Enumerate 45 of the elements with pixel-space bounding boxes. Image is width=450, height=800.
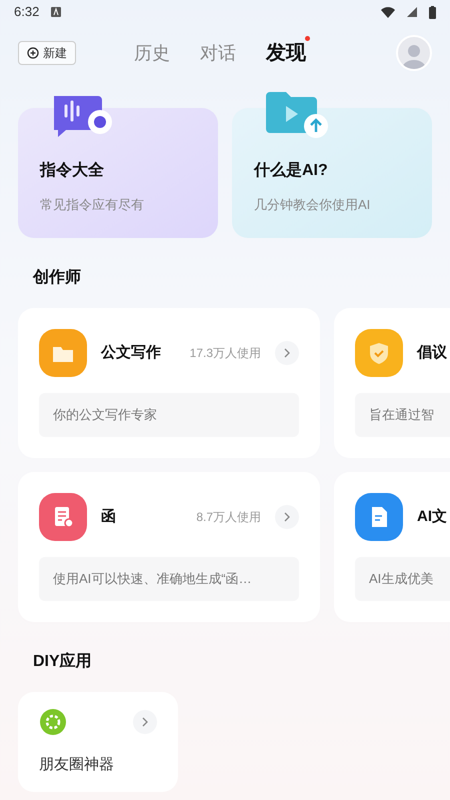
battery-icon bbox=[429, 6, 436, 18]
chevron-button[interactable] bbox=[133, 710, 157, 734]
nav-tab[interactable]: 发现 bbox=[266, 38, 306, 68]
diy-app-card[interactable]: 朋友圈神器 bbox=[18, 692, 178, 792]
new-button[interactable]: 新建 bbox=[18, 41, 76, 65]
chevron-icon bbox=[283, 348, 291, 358]
creator-name: AI文 bbox=[417, 506, 447, 527]
user-icon bbox=[402, 43, 426, 69]
feature-card[interactable]: 指令大全 常见指令应有尽有 bbox=[18, 108, 218, 238]
usage-count: 17.3万人使用 bbox=[190, 345, 261, 362]
chevron-icon bbox=[283, 512, 291, 522]
letter-icon bbox=[39, 493, 87, 541]
creator-card[interactable]: 函 8.7万人使用 使用AI可以快速、准确地生成“函… bbox=[18, 472, 320, 622]
avatar[interactable] bbox=[396, 35, 432, 71]
description-box: 你的公文写作专家 bbox=[39, 393, 299, 437]
creator-card[interactable]: 倡议 旨在通过智 bbox=[334, 308, 450, 458]
feature-subtitle: 常见指令应有尽有 bbox=[40, 196, 145, 214]
app-name: 朋友圈神器 bbox=[39, 754, 115, 774]
wifi-icon bbox=[381, 6, 395, 18]
feature-title: 指令大全 bbox=[40, 160, 105, 180]
signal-icon bbox=[407, 7, 417, 17]
description-box: AI生成优美 bbox=[355, 557, 450, 601]
description-box: 使用AI可以快速、准确地生成“函… bbox=[39, 557, 299, 601]
feature-subtitle: 几分钟教会你使用AI bbox=[254, 196, 372, 214]
chevron-button[interactable] bbox=[275, 505, 299, 529]
usage-count: 8.7万人使用 bbox=[196, 509, 261, 526]
creator-name: 公文写作 bbox=[101, 342, 161, 363]
creator-card[interactable]: AI文 AI生成优美 bbox=[334, 472, 450, 622]
feature-title: 什么是AI? bbox=[254, 160, 329, 180]
creator-card[interactable]: 公文写作 17.3万人使用 你的公文写作专家 bbox=[18, 308, 320, 458]
creator-name: 倡议 bbox=[417, 342, 447, 363]
section-title: 创作师 bbox=[32, 268, 82, 288]
shield-icon bbox=[355, 329, 403, 377]
folder-icon bbox=[39, 329, 87, 377]
chevron-button[interactable] bbox=[275, 341, 299, 365]
plus-circle-icon bbox=[27, 47, 39, 59]
feature-card[interactable]: 什么是AI? 几分钟教会你使用AI bbox=[232, 108, 432, 238]
description-box: 旨在通过智 bbox=[355, 393, 450, 437]
creator-name: 函 bbox=[101, 506, 116, 527]
chevron-icon bbox=[141, 717, 149, 727]
shutter-icon bbox=[39, 708, 67, 736]
status-time: 6:32 bbox=[14, 3, 40, 22]
section-title: DIY应用 bbox=[32, 651, 93, 672]
doc-icon bbox=[355, 493, 403, 541]
notification-icon bbox=[51, 7, 62, 17]
